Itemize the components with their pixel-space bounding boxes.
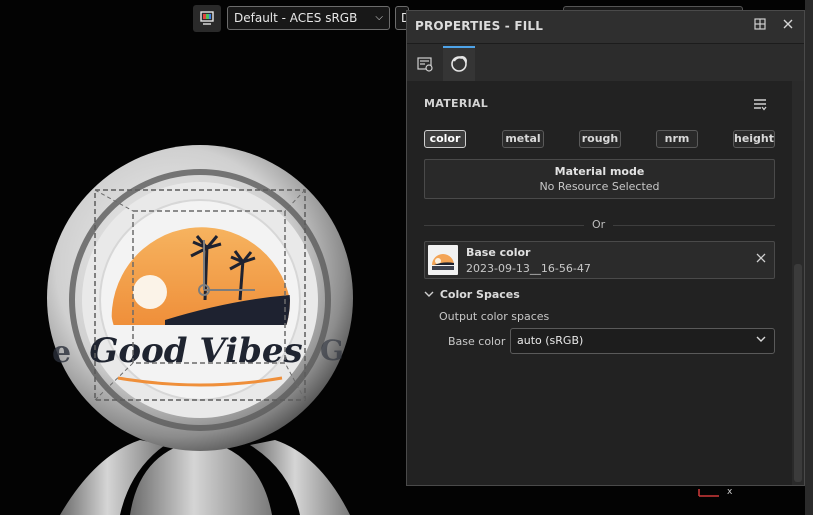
material-mode-dropzone[interactable]: Material mode No Resource Selected [424,159,775,199]
channel-height-label: height [734,132,775,145]
color-profile-value: Default - ACES sRGB [234,11,358,25]
channel-metal-label: metal [505,132,541,145]
remove-resource-icon[interactable] [754,252,768,266]
right-side-panel-edge[interactable] [805,0,813,515]
chevron-down-icon: ⌵ [375,12,383,23]
channel-metal-button[interactable]: metal [502,130,544,148]
color-spaces-toggle[interactable]: Color Spaces [424,288,520,301]
panel-content: MATERIAL color metal rough nrm height Ma… [407,81,804,485]
material-mode-title: Material mode [554,165,645,178]
base-color-resource[interactable]: Base color 2023-09-13__16-56-47 [424,241,775,279]
panel-header: PROPERTIES - FILL [407,11,804,44]
output-color-spaces-label: Output color spaces [439,310,550,323]
logo-text: Good Vibes [89,331,302,371]
channel-color-label: color [429,132,461,145]
chevron-down-icon [424,290,436,301]
close-icon[interactable] [780,18,796,34]
channel-height-button[interactable]: height [733,130,775,148]
base-color-colorspace-select[interactable]: auto (sRGB) [510,328,775,354]
display-settings-button[interactable] [193,5,221,32]
color-profile-select[interactable]: Default - ACES sRGB ⌵ [227,6,390,30]
monitor-icon [200,11,214,25]
channel-rough-label: rough [581,132,619,145]
resource-date: 2023-09-13__16-56-47 [466,262,591,275]
channel-color-button[interactable]: color [424,130,466,148]
material-mode-value: No Resource Selected [539,180,660,193]
svg-text:e: e [52,335,71,370]
color-spaces-title: Color Spaces [439,288,520,301]
scrollbar-thumb[interactable] [794,264,802,482]
axis-x-label: x [727,487,733,497]
divider-left [424,225,584,226]
divider-right [613,225,775,226]
layer-settings-icon [417,57,433,72]
colorspace-value: auto (sRGB) [517,334,584,347]
dock-icon[interactable] [752,18,768,34]
properties-fill-panel: PROPERTIES - FILL MATERIAL color metal r… [406,10,805,486]
menu-list-icon[interactable] [753,96,767,115]
base-color-label: Base color [448,335,506,348]
tab-material[interactable] [443,46,475,83]
section-title: MATERIAL [424,97,489,110]
material-sphere-icon [451,56,467,72]
panel-title: PROPERTIES - FILL [415,19,544,33]
channel-rough-button[interactable]: rough [579,130,621,148]
channel-nrm-button[interactable]: nrm [656,130,698,148]
channel-nrm-label: nrm [664,132,690,145]
svg-text:G: G [320,334,344,367]
resource-name: Base color [466,246,531,259]
resource-thumbnail [428,245,458,275]
or-label: Or [592,218,606,231]
panel-tabbar [407,44,804,83]
chevron-down-icon [756,329,766,353]
tab-layer-settings[interactable] [409,48,441,80]
